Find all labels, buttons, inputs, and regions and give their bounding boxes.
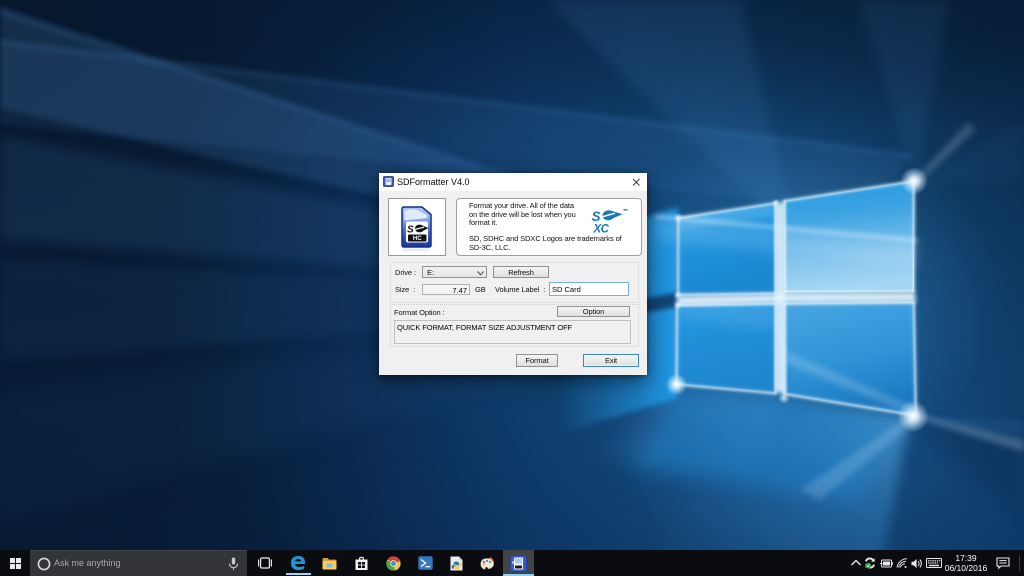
svg-text:S: S — [592, 209, 601, 224]
svg-text:XC: XC — [593, 224, 610, 236]
svg-text:HC: HC — [413, 236, 422, 242]
svg-text:S: S — [407, 225, 414, 236]
